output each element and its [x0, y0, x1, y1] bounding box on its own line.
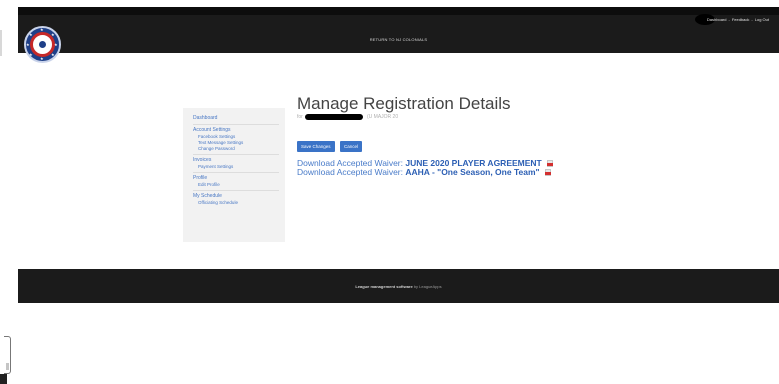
sidebar-group-my-schedule: My Schedule Officiating Schedule — [193, 193, 279, 208]
sidebar-item-officiating-schedule[interactable]: Officiating Schedule — [193, 200, 279, 206]
sidebar-item-profile[interactable]: Profile — [193, 175, 279, 182]
waiver-list: Download Accepted Waiver: JUNE 2020 PLAY… — [297, 159, 677, 177]
logo-star-icon: ★ — [29, 52, 33, 57]
logo-star-icon: ★ — [29, 32, 33, 37]
left-edge-fragment — [0, 30, 2, 56]
page-title: Manage Registration Details — [297, 94, 511, 113]
main-content: Manage Registration Details for (U MAJOR… — [297, 94, 677, 177]
top-links: Dashboard - Feedback - Log Out — [705, 17, 769, 22]
subtitle-program: (U MAJOR 20 — [367, 114, 399, 120]
registration-subtitle: for (U MAJOR 20 — [297, 113, 677, 121]
footer-text: League management software by LeagueApps — [18, 284, 779, 289]
save-changes-button[interactable]: Save Changes — [297, 141, 335, 152]
link-separator: - — [751, 17, 753, 22]
sidebar-item-account-settings[interactable]: Account Settings — [193, 127, 279, 134]
waiver-name[interactable]: AAHA - "One Season, One Team" — [405, 167, 539, 177]
cancel-button[interactable]: Cancel — [339, 141, 362, 152]
dashboard-link[interactable]: Dashboard — [707, 17, 727, 22]
logo-star-icon: ★ — [54, 42, 58, 47]
feedback-link[interactable]: Feedback — [732, 17, 750, 22]
footer: League management software by LeagueApps — [18, 269, 779, 303]
sidebar-group-account-settings: Account Settings Facebook Settings Text … — [193, 127, 279, 155]
logo-star-icon: ★ — [40, 56, 44, 61]
sidebar-group-invoices: Invoices Payment Settings — [193, 157, 279, 173]
pdf-icon[interactable] — [544, 169, 551, 176]
logo-star-icon: ★ — [51, 52, 55, 57]
sidebar-group-profile: Profile Edit Profile — [193, 175, 279, 191]
team-logo-icon[interactable]: ★ ★ ★ ★ ★ ★ ★ ★ — [24, 26, 61, 63]
waiver-link[interactable]: Download Accepted Waiver: AAHA - "One Se… — [297, 168, 677, 177]
sidebar-item-dashboard[interactable]: Dashboard — [193, 115, 279, 122]
sidebar-item-change-password[interactable]: Change Password — [193, 146, 279, 152]
logo-star-icon: ★ — [40, 27, 44, 32]
link-separator: - — [728, 17, 730, 22]
footer-bold[interactable]: League management software — [355, 284, 412, 289]
top-navbar: Dashboard - Feedback - Log Out RETURN TO NJ … — [18, 7, 779, 53]
corner-block — [0, 374, 7, 384]
logo-star-icon: ★ — [26, 42, 30, 47]
return-link[interactable]: RETURN TO NJ COLONIALS — [18, 37, 779, 42]
sidebar: Dashboard Account Settings Facebook Sett… — [183, 108, 285, 242]
logo-star-icon: ★ — [51, 32, 55, 37]
subtitle-prefix: for — [297, 114, 303, 120]
logo-core — [39, 41, 46, 48]
scrollbar-thumb[interactable] — [6, 363, 9, 370]
form-actions: Save Changes Cancel — [297, 135, 677, 152]
footer-rest[interactable]: by LeagueApps — [414, 284, 442, 289]
pdf-icon[interactable] — [547, 160, 554, 167]
sidebar-group-dashboard: Dashboard — [193, 115, 279, 125]
sidebar-item-invoices[interactable]: Invoices — [193, 157, 279, 164]
sidebar-item-payment-settings[interactable]: Payment Settings — [193, 164, 279, 170]
scrollbar-fragment[interactable] — [4, 336, 11, 374]
waiver-label: Download Accepted Waiver: — [297, 167, 403, 177]
top-strip — [18, 7, 779, 15]
redacted-player-name — [305, 114, 363, 120]
sidebar-item-edit-profile[interactable]: Edit Profile — [193, 182, 279, 188]
sidebar-item-my-schedule[interactable]: My Schedule — [193, 193, 279, 200]
page: Dashboard - Feedback - Log Out RETURN TO NJ … — [0, 0, 779, 384]
logout-link[interactable]: Log Out — [755, 17, 769, 22]
